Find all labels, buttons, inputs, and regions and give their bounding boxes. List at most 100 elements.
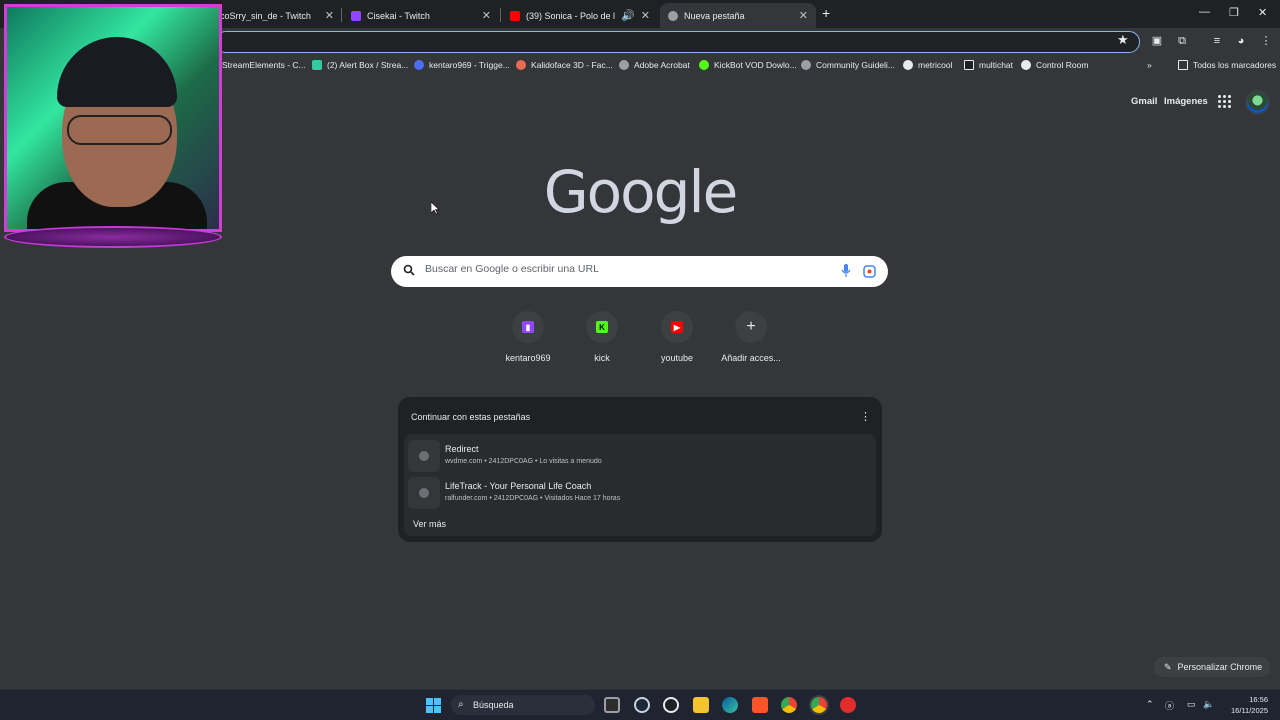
- shortcut-kick[interactable]: K kick: [562, 311, 642, 363]
- profile-avatar[interactable]: [1245, 90, 1270, 115]
- youtube-icon: [510, 10, 520, 21]
- gmail-link[interactable]: Gmail: [1131, 96, 1157, 107]
- shortcut-add[interactable]: + Añadir acces...: [711, 311, 791, 363]
- bookmark-label: metricool: [918, 60, 953, 70]
- new-tab-button[interactable]: +: [822, 5, 830, 21]
- bookmark-label: multichat: [979, 60, 1014, 70]
- item-title: LifeTrack - Your Personal Life Coach: [445, 481, 592, 491]
- webcam-base: [4, 226, 222, 248]
- steam-icon[interactable]: [634, 697, 650, 713]
- tab-new-tab[interactable]: Nueva pestaña ✕: [660, 3, 816, 28]
- customize-label: Personalizar Chrome: [1177, 662, 1263, 672]
- language-icon[interactable]: ⓐ: [1165, 699, 1174, 712]
- chrome-icon: [668, 10, 678, 21]
- taskbar-search[interactable]: ⌕ Búsqueda: [451, 695, 595, 715]
- close-tab-icon[interactable]: ✕: [325, 9, 334, 22]
- tab-3[interactable]: (39) Sonica - Polo de la sole 🔊 ✕: [502, 3, 658, 28]
- kickbot-icon: [699, 60, 709, 70]
- extension-icon[interactable]: ⧉: [1175, 34, 1189, 48]
- google-apps-icon[interactable]: [1218, 95, 1231, 108]
- shortcut-kentaro969[interactable]: ▮ kentaro969: [488, 311, 568, 363]
- file-explorer-icon[interactable]: [693, 697, 709, 713]
- list-item[interactable]: Redirect wvdme.com • 2412DPC0AG • Lo vis…: [408, 438, 872, 472]
- multichat-icon: [964, 60, 974, 70]
- volume-icon[interactable]: 🔈: [1203, 699, 1214, 710]
- minimize-icon[interactable]: —: [1199, 6, 1210, 18]
- menu-kebab-icon[interactable]: ⋮: [1259, 34, 1273, 48]
- metricool-icon: [903, 60, 913, 70]
- bookmark-label: kentaro969 - Trigge...: [429, 60, 510, 70]
- all-bookmarks-label: Todos los marcadores: [1193, 60, 1277, 70]
- google-lens-icon[interactable]: [863, 265, 876, 278]
- app-icon[interactable]: [663, 697, 679, 713]
- media-controls-icon[interactable]: ≡: [1210, 34, 1224, 48]
- bookmark-item[interactable]: (2) Alert Box / Strea...: [312, 60, 408, 70]
- search-input[interactable]: [425, 263, 815, 275]
- trigger-icon: [414, 60, 424, 70]
- bookmark-item[interactable]: StreamElements - C...: [222, 60, 306, 70]
- obs-icon[interactable]: [840, 697, 856, 713]
- shortcut-label: kentaro969: [505, 353, 551, 363]
- cap-icon: [57, 37, 177, 107]
- windows-start-icon[interactable]: [426, 698, 441, 713]
- taskbar: ⌕ Búsqueda ⌃ ⓐ ▭ 🔈 16:56 16/11/2025: [0, 689, 1280, 720]
- brave-icon[interactable]: [752, 697, 768, 713]
- list-item[interactable]: LifeTrack - Your Personal Life Coach ral…: [408, 475, 872, 509]
- more-bookmarks-icon[interactable]: »: [1147, 60, 1152, 70]
- webcam-overlay: [0, 0, 223, 248]
- close-tab-icon[interactable]: ✕: [641, 9, 650, 22]
- bookmark-item[interactable]: multichat: [964, 60, 1013, 70]
- bookmark-star-icon[interactable]: ★: [1117, 32, 1129, 48]
- tray-chevron-icon[interactable]: ⌃: [1146, 699, 1154, 710]
- twitch-icon: ▮: [522, 321, 534, 333]
- close-tab-icon[interactable]: ✕: [799, 9, 808, 22]
- kick-icon: K: [596, 321, 608, 333]
- network-icon[interactable]: ▭: [1187, 699, 1196, 710]
- customize-chrome-button[interactable]: ✎ Personalizar Chrome: [1154, 657, 1270, 677]
- bookmark-item[interactable]: Adobe Acrobat: [619, 60, 690, 70]
- bookmark-item[interactable]: kentaro969 - Trigge...: [414, 60, 510, 70]
- shortcut-label: youtube: [660, 353, 694, 363]
- bookmark-label: Kalidoface 3D - Fac...: [531, 60, 613, 70]
- restore-icon[interactable]: ❐: [1229, 6, 1239, 19]
- clock[interactable]: 16:56 16/11/2025: [1222, 694, 1268, 716]
- bookmark-item[interactable]: Community Guideli...: [801, 60, 895, 70]
- webcam-frame: [4, 4, 222, 232]
- close-tab-icon[interactable]: ✕: [482, 9, 491, 22]
- extensions-puzzle-icon[interactable]: ▣: [1150, 34, 1164, 48]
- bookmark-item[interactable]: Kalidoface 3D - Fac...: [516, 60, 613, 70]
- bookmark-item[interactable]: KickBot VOD Dowlo...: [699, 60, 797, 70]
- task-view-icon[interactable]: [604, 697, 620, 713]
- youtube-icon: ▶: [671, 321, 683, 333]
- card-menu-icon[interactable]: ⋮: [860, 410, 871, 423]
- address-bar[interactable]: [215, 31, 1140, 53]
- card-list: Redirect wvdme.com • 2412DPC0AG • Lo vis…: [404, 434, 876, 536]
- search-icon: ⌕: [458, 699, 464, 710]
- profile-mini-icon[interactable]: ◕: [1234, 34, 1248, 48]
- tab-title: (39) Sonica - Polo de la sole: [526, 10, 616, 21]
- speaker-icon[interactable]: 🔊: [621, 9, 635, 22]
- chrome-active-icon[interactable]: [811, 697, 827, 713]
- controlroom-icon: [1021, 60, 1031, 70]
- close-window-icon[interactable]: ✕: [1258, 6, 1267, 19]
- chrome-icon[interactable]: [781, 697, 797, 713]
- shortcut-youtube[interactable]: ▶ youtube: [637, 311, 717, 363]
- bookmark-item[interactable]: metricool: [903, 60, 952, 70]
- globe-icon: [801, 60, 811, 70]
- search-icon: [403, 264, 415, 276]
- taskbar-search-label: Búsqueda: [473, 700, 514, 710]
- bookmark-item[interactable]: Control Room: [1021, 60, 1088, 70]
- mic-icon[interactable]: [841, 264, 851, 278]
- tab-2[interactable]: Cisekai - Twitch ✕: [343, 3, 499, 28]
- search-box[interactable]: [391, 256, 888, 287]
- shortcut-label: Añadir acces...: [721, 353, 781, 363]
- card-title: Continuar con estas pestañas: [411, 412, 531, 422]
- see-more-link[interactable]: Ver más: [413, 519, 446, 529]
- google-logo: Google: [543, 158, 739, 226]
- images-link[interactable]: Imágenes: [1164, 96, 1208, 107]
- tab-1[interactable]: coSrry_sin_de - Twitch ✕: [212, 3, 342, 28]
- all-bookmarks-folder[interactable]: Todos los marcadores: [1178, 60, 1276, 70]
- continue-tabs-card: Continuar con estas pestañas ⋮ Redirect …: [398, 397, 882, 542]
- tab-separator: [341, 8, 342, 22]
- edge-icon[interactable]: [722, 697, 738, 713]
